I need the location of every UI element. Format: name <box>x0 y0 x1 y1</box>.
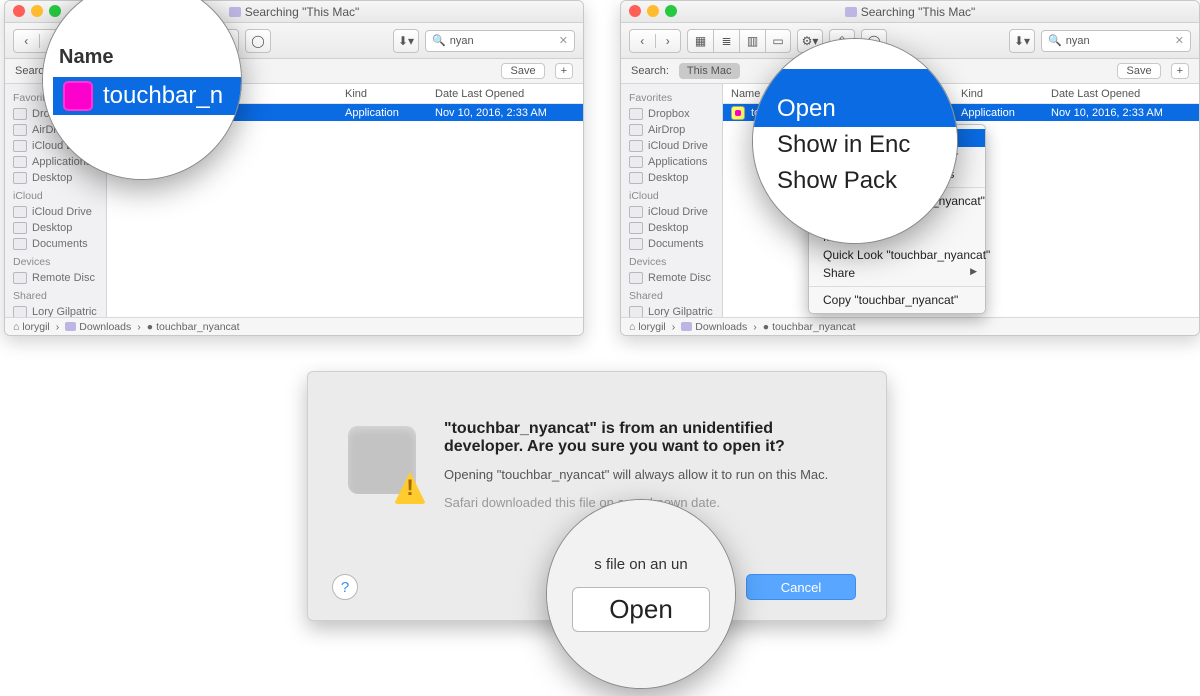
app-icon <box>63 81 93 111</box>
titlebar: Searching "This Mac" <box>621 1 1199 23</box>
minimize-icon[interactable] <box>31 5 43 17</box>
path-user[interactable]: ⌂ lorygil <box>13 321 50 333</box>
dropbox-toolbar-icon[interactable]: ⬇▾ <box>393 29 419 53</box>
sidebar-item-lory[interactable]: Lory Gilpatric <box>5 304 106 317</box>
help-button[interactable]: ? <box>332 574 358 600</box>
sidebar-section-icloud: iCloud <box>5 186 106 204</box>
dialog-heading: "touchbar_nyancat" is from an unidentifi… <box>444 420 852 456</box>
view-icon-grid[interactable]: ▦ <box>687 29 713 53</box>
title-text: Searching "This Mac" <box>861 5 976 19</box>
mag-ctx-show[interactable]: Show in Enc <box>753 127 957 163</box>
sidebar-item-desktop2[interactable]: Desktop <box>5 220 106 236</box>
mag-row-selected: touchbar_n <box>53 77 242 115</box>
mag-ctx-pkg[interactable]: Show Pack <box>753 163 957 199</box>
title-text: Searching "This Mac" <box>245 5 360 19</box>
airdrop-icon <box>13 124 27 136</box>
search-icon: 🔍 <box>432 34 446 47</box>
col-kind[interactable]: Kind <box>345 88 435 100</box>
mag-dialog-text: s file on an un <box>586 556 695 573</box>
path-downloads[interactable]: Downloads <box>65 321 131 333</box>
tags-button[interactable]: ◯ <box>245 29 271 53</box>
nav-back-forward[interactable]: ‹› <box>629 29 681 53</box>
sidebar-item-documents[interactable]: Documents <box>5 236 106 252</box>
ctx-share[interactable]: Share <box>809 264 985 282</box>
close-icon[interactable] <box>13 5 25 17</box>
mag-row-text: touchbar_n <box>103 82 223 110</box>
mag-name-header: Name <box>53 46 113 69</box>
documents-icon <box>13 238 27 250</box>
search-field[interactable]: 🔍 nyan ✕ <box>425 30 575 52</box>
cancel-button[interactable]: Cancel <box>746 574 856 600</box>
ctx-copy[interactable]: Copy "touchbar_nyancat" <box>809 291 985 309</box>
sidebar-item-dropbox[interactable]: Dropbox <box>621 106 722 122</box>
sidebar-item-iclouddrive2[interactable]: iCloud Drive <box>5 204 106 220</box>
sidebar-item-airdrop[interactable]: AirDrop <box>621 122 722 138</box>
sidebar-item-desktop[interactable]: Desktop <box>621 170 722 186</box>
cloud-icon <box>13 140 27 152</box>
desktop-icon <box>13 222 27 234</box>
computer-icon <box>13 306 27 317</box>
save-search-button[interactable]: Save <box>1117 63 1160 79</box>
save-search-button[interactable]: Save <box>501 63 544 79</box>
sidebar-section-devices: Devices <box>5 252 106 270</box>
sidebar-item-remotedisc[interactable]: Remote Disc <box>5 270 106 286</box>
sidebar-section-shared: Shared <box>5 286 106 304</box>
clear-search-icon[interactable]: ✕ <box>559 34 568 47</box>
sidebar-item-desktop2[interactable]: Desktop <box>621 220 722 236</box>
desktop-icon <box>13 172 27 184</box>
cloud-icon <box>13 206 27 218</box>
close-icon[interactable] <box>629 5 641 17</box>
search-field[interactable]: 🔍 nyan ✕ <box>1041 30 1191 52</box>
sidebar-item-iclouddrive2[interactable]: iCloud Drive <box>621 204 722 220</box>
sidebar-item-remotedisc[interactable]: Remote Disc <box>621 270 722 286</box>
scope-this-mac[interactable]: This Mac <box>679 63 740 79</box>
add-criteria-button[interactable]: + <box>1171 63 1189 79</box>
row-kind: Application <box>345 107 435 119</box>
view-icon-list[interactable]: ≣ <box>713 29 739 53</box>
ctx-quicklook[interactable]: Quick Look "touchbar_nyancat" <box>809 246 985 264</box>
sidebar-item-documents[interactable]: Documents <box>621 236 722 252</box>
search-text: nyan <box>450 35 474 47</box>
dropbox-toolbar-icon[interactable]: ⬇▾ <box>1009 29 1035 53</box>
minimize-icon[interactable] <box>647 5 659 17</box>
dialog-body-1: Opening "touchbar_nyancat" will always a… <box>444 466 852 484</box>
sidebar-item-lory[interactable]: Lory Gilpatric <box>621 304 722 317</box>
security-icon: ! <box>342 420 422 500</box>
search-icon: 🔍 <box>1048 34 1062 47</box>
mag-ctx-open[interactable]: Open <box>753 91 957 127</box>
add-criteria-button[interactable]: + <box>555 63 573 79</box>
disc-icon <box>13 272 27 284</box>
apps-icon <box>13 156 27 168</box>
path-leaf[interactable]: ● touchbar_nyancat <box>147 321 240 333</box>
app-icon <box>731 106 745 120</box>
mag-open-button[interactable]: Open <box>572 587 710 632</box>
folder-icon <box>845 7 857 17</box>
path-bar: ⌂ lorygil › Downloads › ● touchbar_nyanc… <box>5 317 583 335</box>
magnify-name-column: Name touchbar_n <box>42 0 242 180</box>
sidebar-item-iclouddrive[interactable]: iCloud Drive <box>621 138 722 154</box>
row-date: Nov 10, 2016, 2:33 AM <box>435 107 575 119</box>
magnify-open-button: s file on an un Open <box>546 499 736 689</box>
magnify-context-menu: Open Show in Enc Show Pack <box>752 38 958 244</box>
col-date[interactable]: Date Last Opened <box>435 88 575 100</box>
maximize-icon[interactable] <box>665 5 677 17</box>
dropbox-icon <box>13 108 27 120</box>
sidebar-item-applications[interactable]: Applications <box>621 154 722 170</box>
clear-search-icon[interactable]: ✕ <box>1175 34 1184 47</box>
